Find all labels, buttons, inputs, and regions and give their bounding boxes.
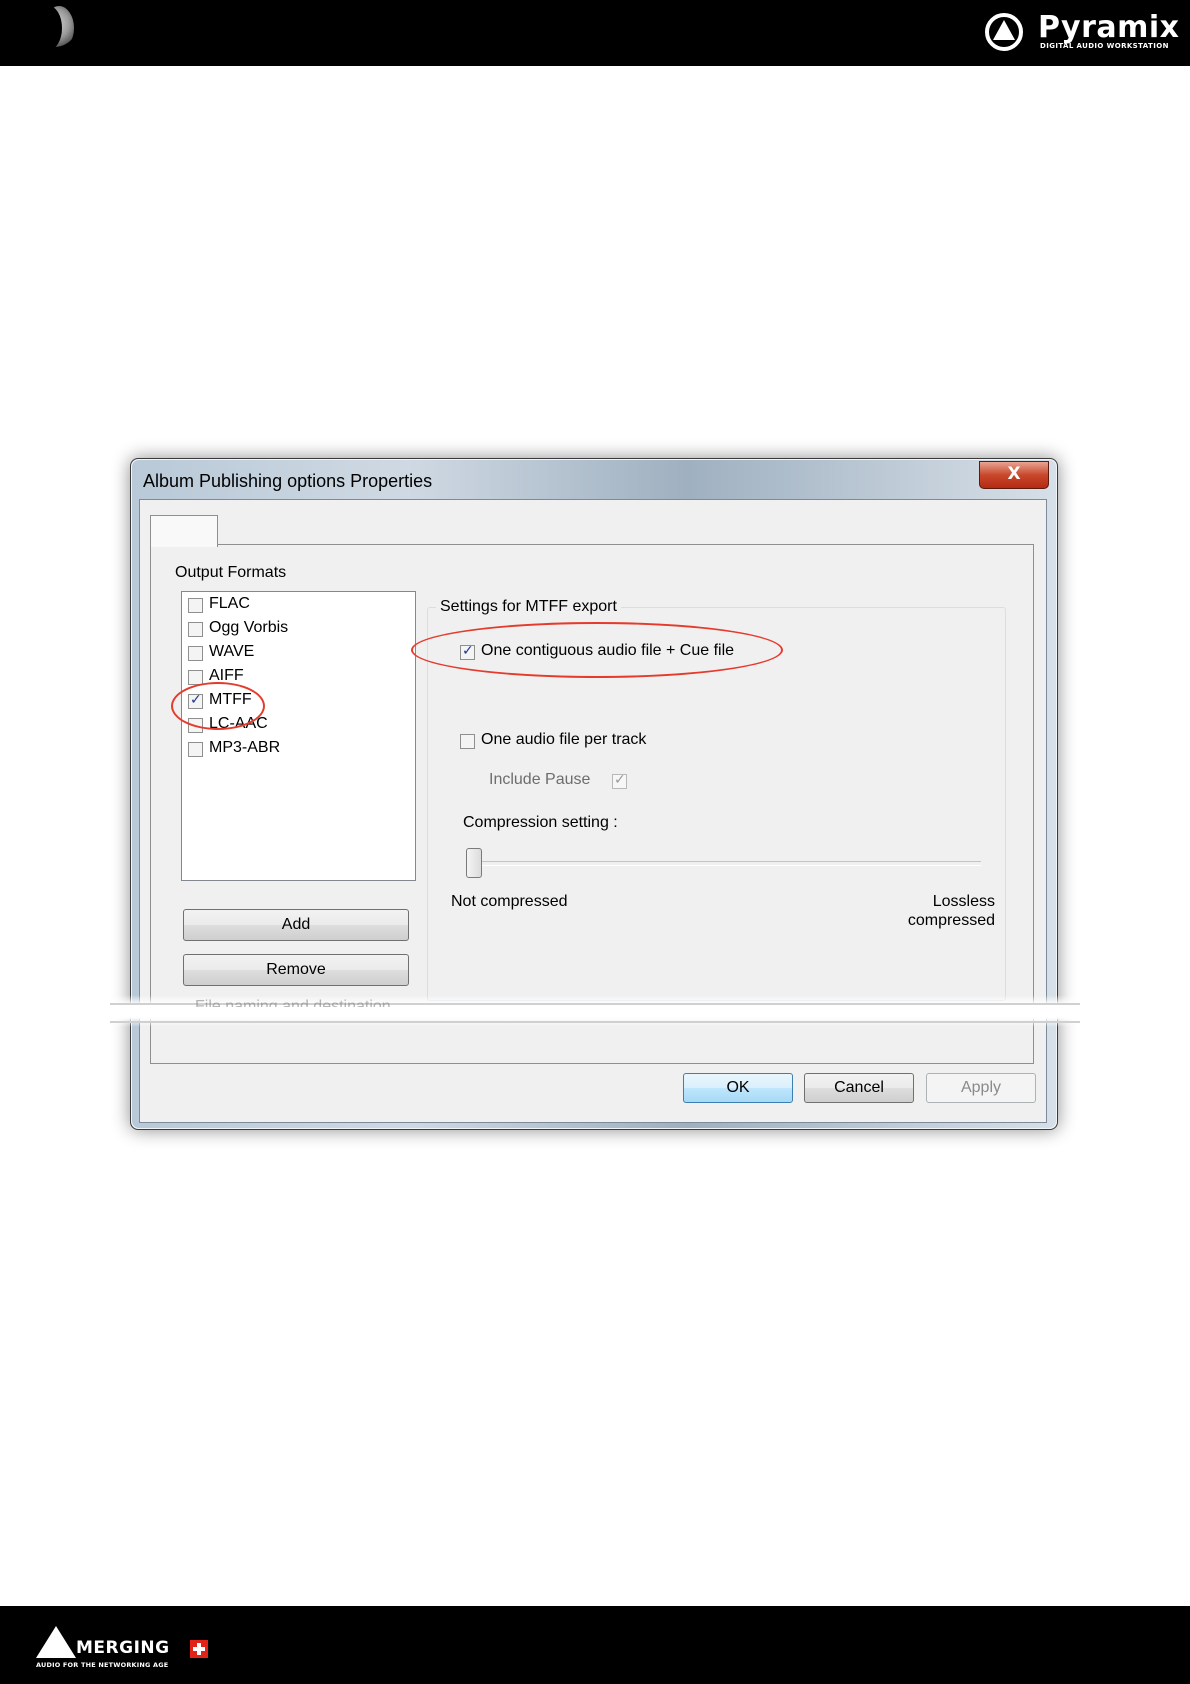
include-pause-checkbox[interactable] [612, 772, 627, 789]
moon-shadow [36, 6, 62, 50]
include-pause-label: Include Pause [489, 771, 591, 788]
mp3-abr-checkbox[interactable] [188, 742, 203, 757]
flac-checkbox[interactable] [188, 598, 203, 613]
cancel-button[interactable]: Cancel [804, 1073, 914, 1103]
list-item-label: MP3-ABR [209, 739, 281, 756]
wave-checkbox[interactable] [188, 646, 203, 661]
merging-logo: MERGING AUDIO FOR THE NETWORKING AGE [36, 1624, 226, 1674]
mtff-settings-title: Settings for MTFF export [436, 598, 621, 616]
pyramix-triangle-icon [985, 13, 1023, 51]
list-item-label: WAVE [209, 643, 255, 660]
remove-button[interactable]: Remove [183, 954, 409, 986]
highlight-contiguous-option [411, 622, 783, 678]
tear-line-bottom [110, 1021, 1080, 1023]
highlight-mtff-format [171, 682, 265, 730]
pyramix-tagline: DIGITAL AUDIO WORKSTATION [1040, 42, 1169, 50]
dialog-client-area: Output Formats FLAC Ogg Vorbis WAVE AIFF [139, 499, 1047, 1123]
merging-brand-text: MERGING [76, 1638, 170, 1658]
dialog-title: Album Publishing options Properties [143, 471, 433, 491]
tab-general[interactable] [150, 515, 218, 547]
properties-dialog: Album Publishing options Properties X Ou… [130, 458, 1058, 1130]
apply-button[interactable]: Apply [926, 1073, 1036, 1103]
per-track-checkbox[interactable] [460, 734, 475, 749]
swiss-cross-icon [190, 1640, 208, 1658]
compression-slider-track[interactable] [466, 861, 981, 866]
output-formats-label: Output Formats [175, 564, 287, 581]
page-header-bar: Pyramix DIGITAL AUDIO WORKSTATION [0, 0, 1190, 66]
lossless-label: Lossless [932, 893, 995, 910]
not-compressed-label: Not compressed [451, 893, 568, 910]
pyramix-logo: Pyramix DIGITAL AUDIO WORKSTATION [984, 12, 1179, 52]
close-icon: X [1007, 464, 1021, 484]
compression-setting-label: Compression setting : [463, 814, 618, 831]
add-button[interactable]: Add [183, 909, 409, 941]
list-item-label: FLAC [209, 595, 250, 612]
compressed-label: compressed [907, 912, 995, 929]
merging-triangle-icon [36, 1626, 76, 1658]
ok-button[interactable]: OK [683, 1073, 793, 1103]
output-formats-list[interactable]: FLAC Ogg Vorbis WAVE AIFF MTFF [181, 591, 416, 881]
merging-tagline: AUDIO FOR THE NETWORKING AGE [36, 1661, 169, 1669]
ogg-vorbis-checkbox[interactable] [188, 622, 203, 637]
page-footer-bar: MERGING AUDIO FOR THE NETWORKING AGE [0, 1606, 1190, 1684]
pyramix-brand-text: Pyramix [1038, 10, 1180, 45]
list-item-label: Ogg Vorbis [209, 619, 289, 636]
compression-slider-thumb[interactable] [466, 848, 482, 878]
close-button[interactable]: X [979, 461, 1049, 489]
per-track-label[interactable]: One audio file per track [481, 731, 646, 749]
